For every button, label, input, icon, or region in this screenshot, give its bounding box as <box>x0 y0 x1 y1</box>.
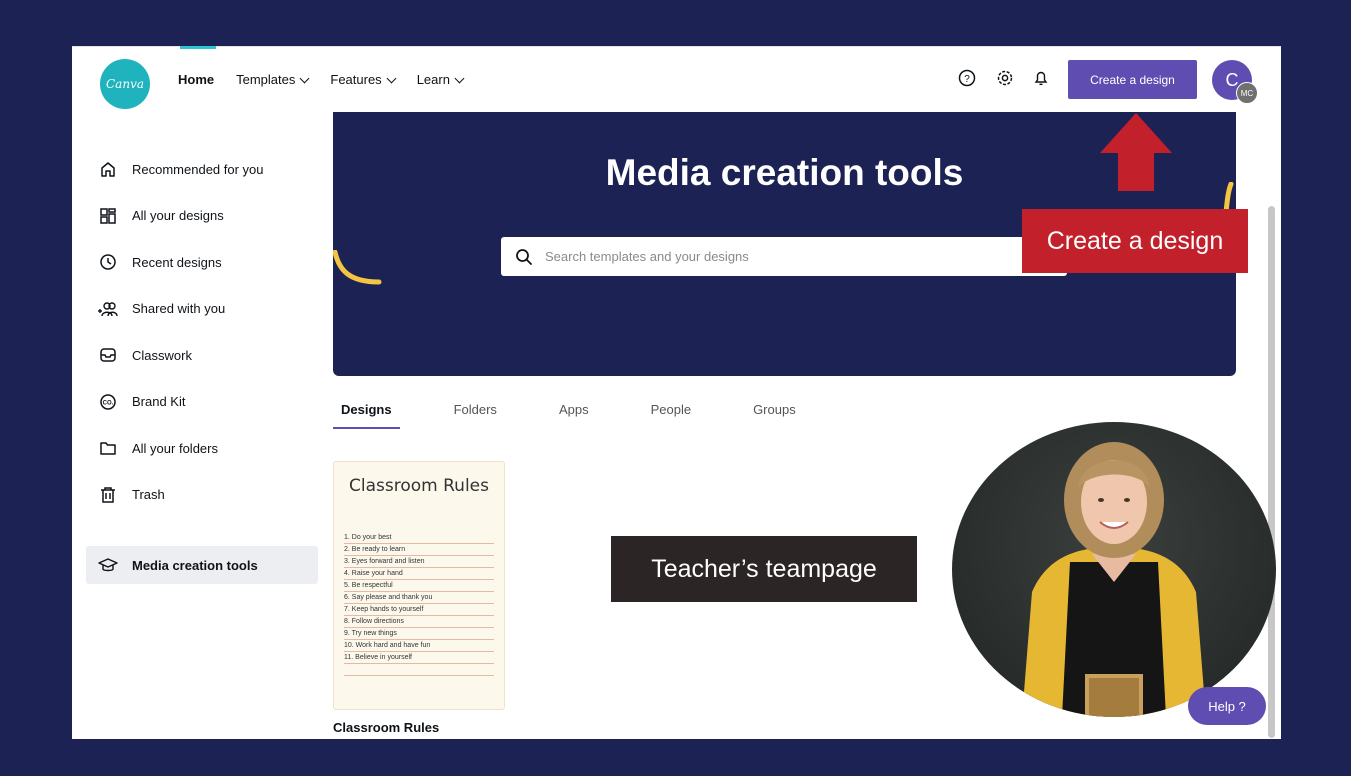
sidebar-item-shared[interactable]: Shared with you <box>86 286 318 333</box>
home-icon <box>98 159 118 179</box>
sidebar-item-label: Trash <box>132 487 165 503</box>
sidebar-item-label: Media creation tools <box>132 557 258 573</box>
rule-item: 8. Follow directions <box>344 616 494 628</box>
nav-features-label: Features <box>330 72 382 87</box>
grid-icon <box>98 206 118 226</box>
nav-features[interactable]: Features <box>330 72 397 87</box>
search-input[interactable] <box>543 248 1027 265</box>
sidebar-item-recommended[interactable]: Recommended for you <box>86 146 318 193</box>
rule-item: 11. Believe in yourself <box>344 652 494 664</box>
tab-apps[interactable]: Apps <box>551 400 597 429</box>
tab-people[interactable]: People <box>643 400 699 429</box>
folder-icon <box>98 438 118 458</box>
sidebar: Recommended for you All your designs Rec… <box>86 146 318 584</box>
nav-learn-label: Learn <box>416 72 450 87</box>
nav-learn[interactable]: Learn <box>416 72 465 87</box>
people-icon <box>98 299 118 319</box>
rule-item: 6. Say please and thank you <box>344 592 494 604</box>
sidebar-item-trash[interactable]: Trash <box>86 472 318 519</box>
top-navbar: Canva Home Templates Features Learn ? Cr… <box>72 46 1281 114</box>
help-button[interactable]: Help ? <box>1188 687 1266 725</box>
rule-item: 3. Eyes forward and listen <box>344 556 494 568</box>
sidebar-item-folders[interactable]: All your folders <box>86 425 318 472</box>
sidebar-item-recent[interactable]: Recent designs <box>86 239 318 286</box>
nav-home-label: Home <box>178 72 215 87</box>
search-bar[interactable] <box>501 237 1067 276</box>
brand-kit-icon: CO. <box>98 392 118 412</box>
home-active-indicator <box>180 46 216 49</box>
nav-home[interactable]: Home <box>178 72 214 87</box>
rule-item: 1. Do your best <box>344 532 494 544</box>
sidebar-item-label: All your designs <box>132 208 224 224</box>
arrow-up-icon <box>1100 113 1172 191</box>
gear-icon[interactable] <box>995 68 1015 88</box>
nav-templates-label: Templates <box>236 72 296 87</box>
svg-text:CO.: CO. <box>103 400 114 406</box>
chevron-down-icon <box>454 73 465 83</box>
sidebar-item-label: Shared with you <box>132 301 226 317</box>
search-icon <box>515 248 533 266</box>
graduation-cap-icon <box>98 555 118 575</box>
clock-icon <box>98 252 118 272</box>
design-title[interactable]: Classroom Rules <box>333 720 439 735</box>
teacher-teampage-label: Teacher’s teampage <box>611 536 917 602</box>
tab-groups[interactable]: Groups <box>745 400 804 429</box>
sidebar-item-classwork[interactable]: Classwork <box>86 332 318 379</box>
sidebar-item-brand-kit[interactable]: CO. Brand Kit <box>86 379 318 426</box>
chevron-down-icon <box>299 73 310 83</box>
trash-icon <box>98 485 118 505</box>
sidebar-item-label: All your folders <box>132 440 218 456</box>
bell-icon[interactable] <box>1031 68 1051 88</box>
rule-item: 9. Try new things <box>344 628 494 640</box>
decorative-swirl-left <box>333 250 382 285</box>
rule-item: 7. Keep hands to yourself <box>344 604 494 616</box>
sidebar-item-label: Recommended for you <box>132 161 264 177</box>
svg-text:?: ? <box>964 74 970 85</box>
content-tabs: Designs Folders Apps People Groups <box>333 400 850 429</box>
sidebar-item-label: Classwork <box>132 347 192 363</box>
nav-templates[interactable]: Templates <box>236 72 310 87</box>
rule-blank-line <box>344 664 494 676</box>
design-thumbnail[interactable]: Classroom Rules 1. Do your best 2. Be re… <box>333 461 505 710</box>
chevron-down-icon <box>386 73 397 83</box>
rules-list: 1. Do your best 2. Be ready to learn 3. … <box>344 532 494 676</box>
help-circle-icon[interactable]: ? <box>957 68 977 88</box>
sidebar-item-media-creation-tools[interactable]: Media creation tools <box>86 546 318 584</box>
sidebar-item-label: Recent designs <box>132 254 222 270</box>
rule-item: 4. Raise your hand <box>344 568 494 580</box>
avatar-team-badge: MC <box>1236 82 1258 104</box>
inbox-icon <box>98 345 118 365</box>
rule-item: 10. Work hard and have fun <box>344 640 494 652</box>
teacher-photo <box>952 422 1276 717</box>
main-nav: Home Templates Features Learn <box>178 72 485 87</box>
canva-logo[interactable]: Canva <box>100 59 150 109</box>
rule-item: 5. Be respectful <box>344 580 494 592</box>
sidebar-item-all-designs[interactable]: All your designs <box>86 193 318 240</box>
tab-designs[interactable]: Designs <box>333 400 400 429</box>
tab-folders[interactable]: Folders <box>446 400 505 429</box>
sidebar-item-label: Brand Kit <box>132 394 186 410</box>
rule-item: 2. Be ready to learn <box>344 544 494 556</box>
create-design-callout: Create a design <box>1022 209 1248 273</box>
create-design-button[interactable]: Create a design <box>1068 60 1197 99</box>
thumbnail-title: Classroom Rules <box>349 476 489 496</box>
scrollbar[interactable] <box>1268 206 1275 738</box>
